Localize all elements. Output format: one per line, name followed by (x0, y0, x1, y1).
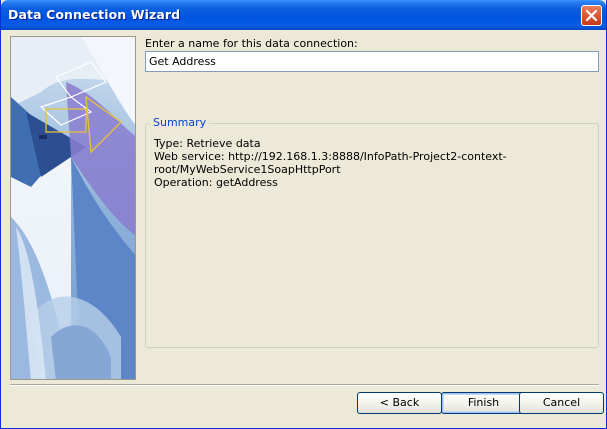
window-title: Data Connection Wizard (8, 7, 181, 22)
connection-name-input[interactable] (145, 51, 599, 72)
summary-line-operation: Operation: getAddress (154, 176, 278, 189)
close-icon (585, 9, 598, 22)
button-separator (10, 384, 599, 386)
summary-line-type: Type: Retrieve data (154, 137, 261, 150)
finish-button[interactable]: Finish (441, 392, 526, 414)
cancel-button[interactable]: Cancel (519, 392, 604, 414)
wizard-side-graphic (10, 36, 136, 380)
summary-text: Type: Retrieve data Web service: http://… (154, 137, 507, 189)
dialog-window: Data Connection Wizard Enter a name for … (0, 0, 607, 429)
close-button[interactable] (581, 5, 602, 26)
back-button[interactable]: < Back (357, 392, 442, 414)
summary-legend: Summary (150, 116, 210, 129)
summary-line-web-service-cont: root/MyWebService1SoapHttpPort (154, 163, 341, 176)
connection-name-label: Enter a name for this data connection: (145, 37, 358, 50)
title-bar[interactable]: Data Connection Wizard (1, 0, 606, 30)
summary-line-web-service: Web service: http://192.168.1.3:8888/Inf… (154, 150, 507, 163)
